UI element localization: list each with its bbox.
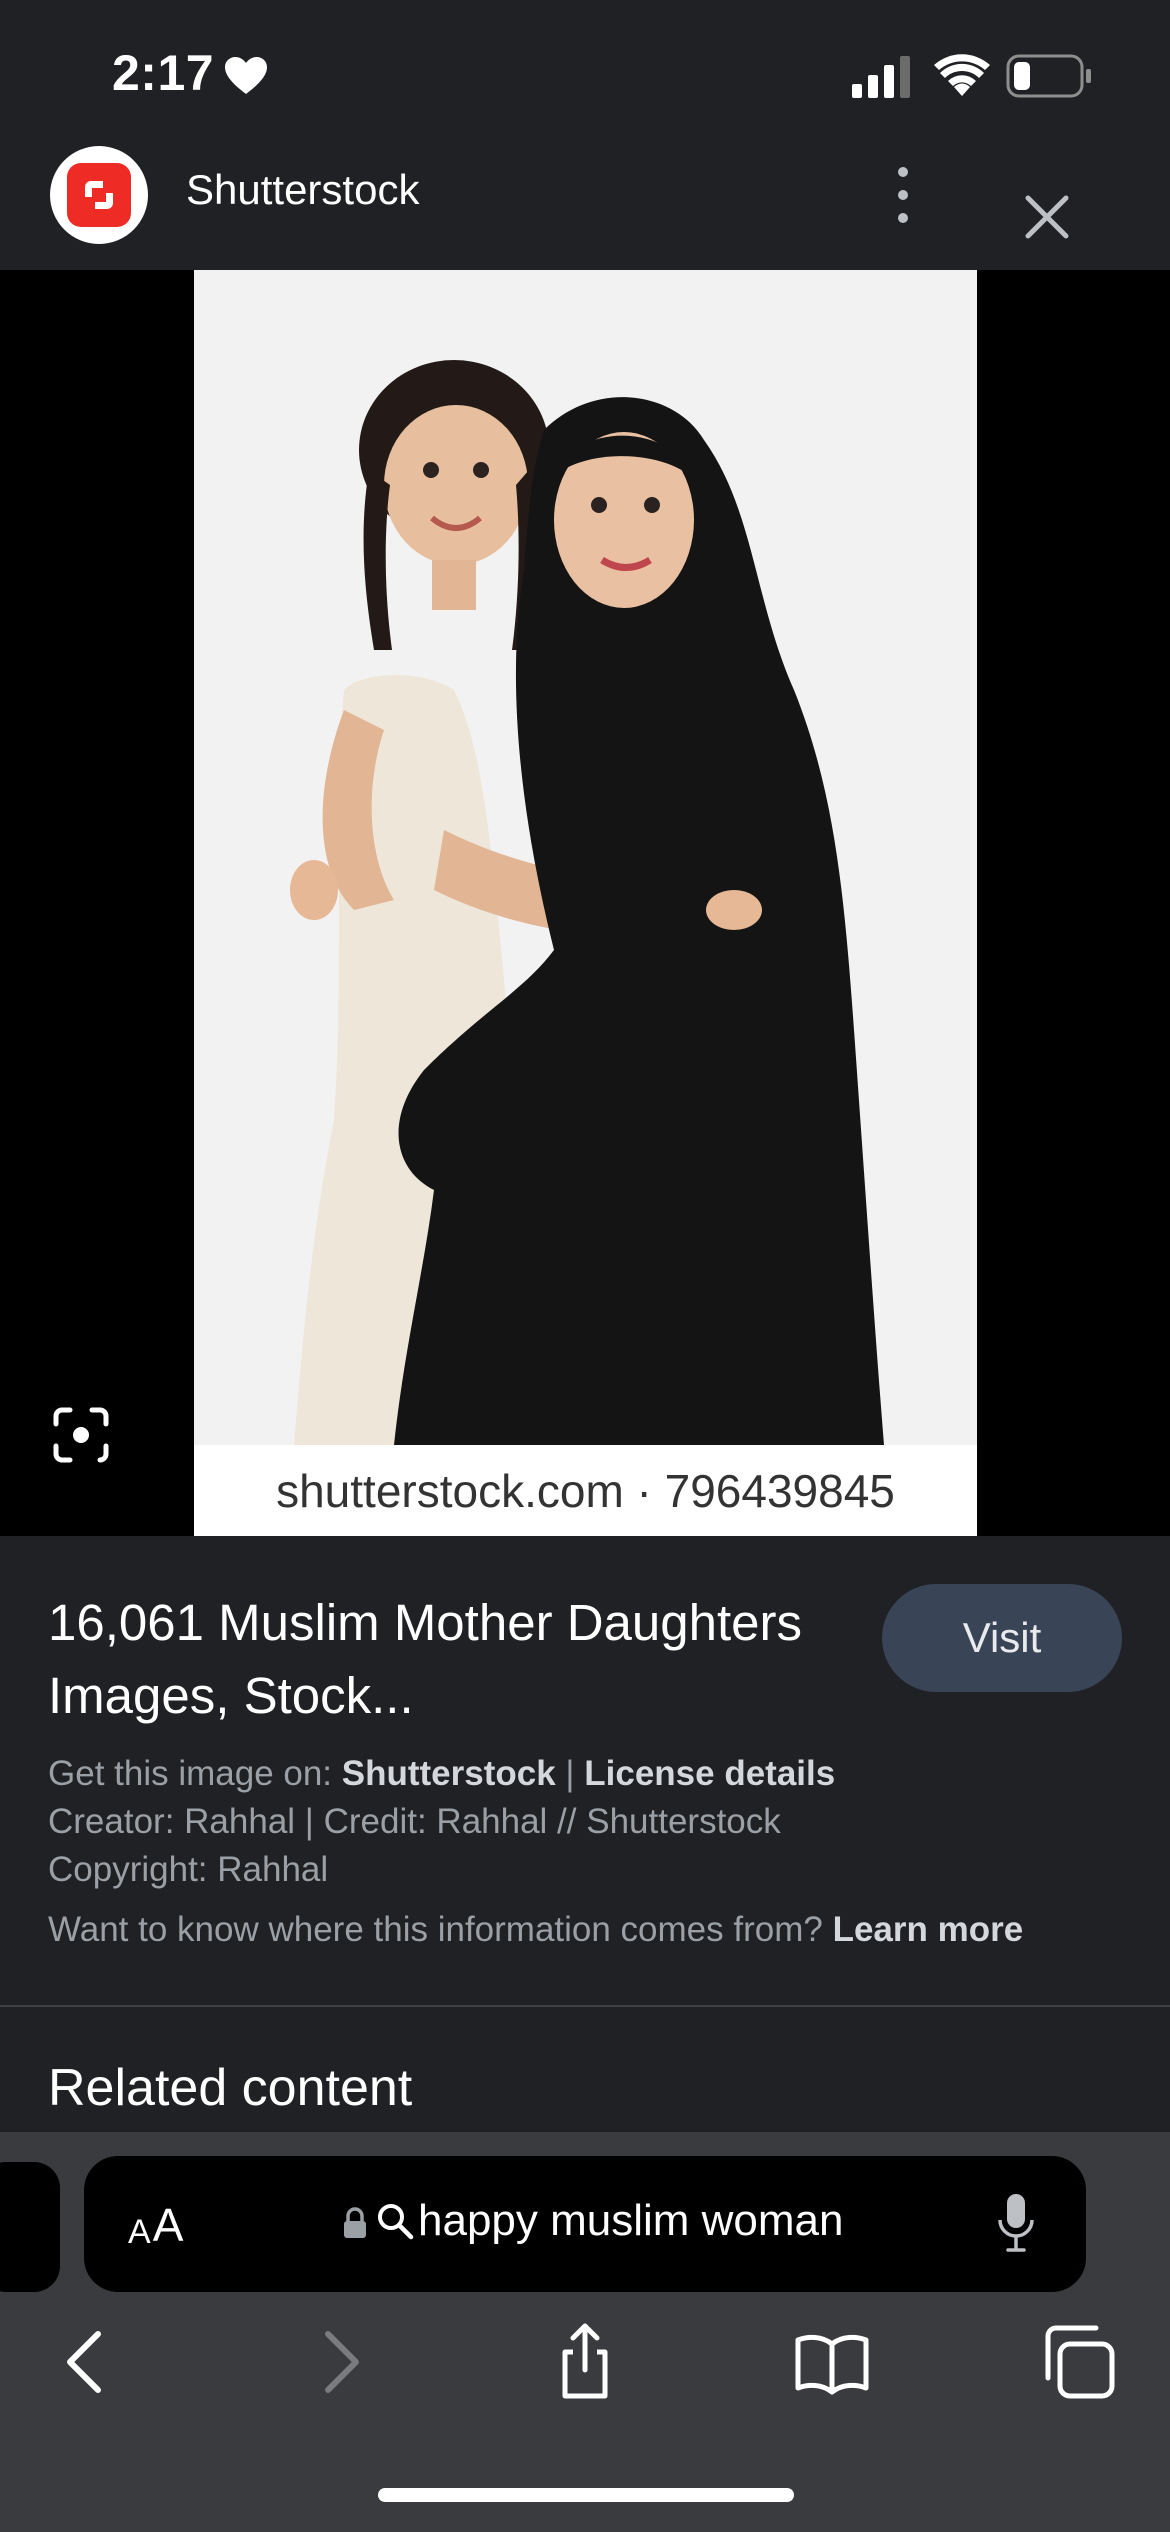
image-watermark: shutterstock.com · 796439845 — [194, 1445, 977, 1536]
photo-mother-daughter-illustration — [194, 270, 977, 1445]
info-source-line: Want to know where this information come… — [48, 1910, 1023, 1950]
image-info-panel: 16,061 Muslim Mother Daughters Images, S… — [0, 1536, 1170, 2006]
image-viewer[interactable]: shutterstock.com · 796439845 — [0, 270, 1170, 1536]
tabs-icon[interactable] — [1040, 2322, 1120, 2402]
back-icon[interactable] — [48, 2322, 128, 2402]
microphone-icon[interactable] — [996, 2192, 1036, 2256]
address-bar[interactable]: AA happy muslim woman — [84, 2156, 1086, 2292]
source-header: Shutterstock — [0, 140, 1170, 270]
text-size-button[interactable]: AA — [128, 2192, 208, 2252]
close-icon[interactable] — [1022, 192, 1072, 242]
result-title[interactable]: 16,061 Muslim Mother Daughters Images, S… — [48, 1586, 828, 1732]
license-details-link[interactable]: License details — [584, 1754, 835, 1793]
browser-toolbar: AA happy muslim woman — [0, 2132, 1170, 2532]
status-bar: 2:17 — [0, 0, 1170, 140]
text-size-small-a: A — [128, 2213, 151, 2251]
get-image-line: Get this image on: Shutterstock | Licens… — [48, 1754, 835, 1794]
heart-icon — [225, 57, 267, 94]
status-time: 2:17 — [112, 45, 215, 101]
search-icon — [378, 2204, 414, 2240]
forward-icon[interactable] — [298, 2322, 378, 2402]
visit-button[interactable]: Visit — [882, 1584, 1122, 1692]
more-vertical-icon[interactable] — [888, 160, 918, 230]
wifi-icon — [934, 54, 990, 96]
meta-separator: | — [555, 1754, 585, 1793]
text-size-large-a: A — [152, 2199, 184, 2251]
creator-credit-line: Creator: Rahhal | Credit: Rahhal // Shut… — [48, 1802, 781, 1841]
home-indicator[interactable] — [378, 2488, 794, 2502]
share-icon[interactable] — [545, 2322, 625, 2402]
copyright-line: Copyright: Rahhal — [48, 1850, 329, 1889]
learn-more-link[interactable]: Learn more — [833, 1910, 1024, 1949]
section-divider — [0, 2005, 1170, 2007]
shutterstock-logo-icon[interactable] — [50, 146, 148, 244]
shutterstock-glyph-icon — [85, 181, 113, 209]
site-name[interactable]: Shutterstock — [186, 166, 419, 214]
get-image-prefix: Get this image on: — [48, 1754, 342, 1793]
related-content-heading: Related content — [48, 2059, 413, 2117]
stock-photo[interactable]: shutterstock.com · 796439845 — [194, 270, 977, 1536]
source-link[interactable]: Shutterstock — [342, 1754, 556, 1793]
info-question: Want to know where this information come… — [48, 1910, 833, 1949]
cellular-signal-icon — [852, 56, 910, 98]
lock-icon — [344, 2207, 366, 2238]
previous-tab-edge[interactable] — [0, 2162, 60, 2292]
bookmarks-icon[interactable] — [792, 2322, 872, 2402]
shutterstock-mark — [67, 163, 131, 227]
battery-icon — [1006, 54, 1091, 98]
google-lens-icon[interactable] — [50, 1404, 112, 1466]
address-text[interactable]: happy muslim woman — [418, 2196, 844, 2246]
